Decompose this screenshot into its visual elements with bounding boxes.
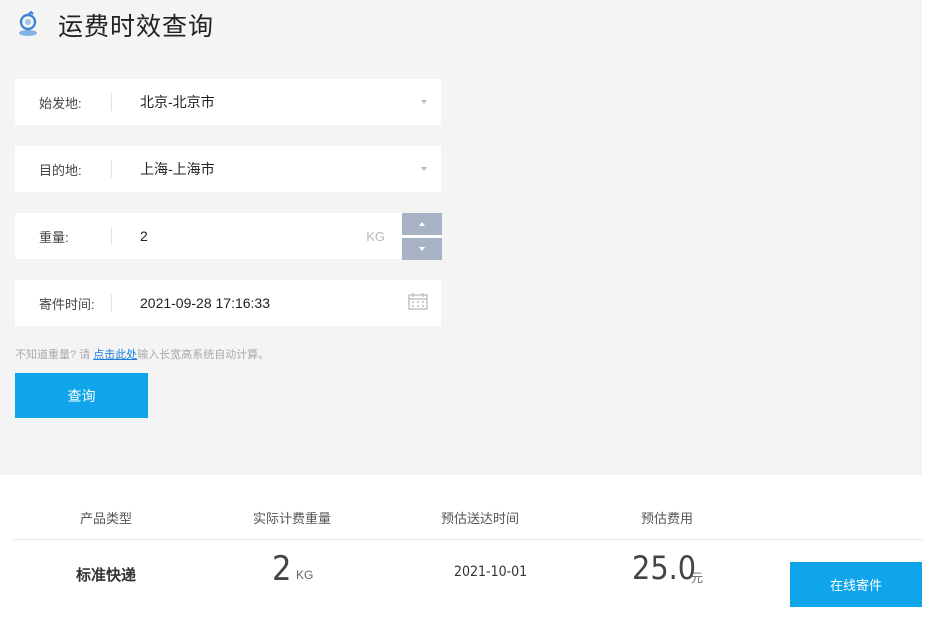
origin-select[interactable]: 始发地: 北京-北京市 [15,79,441,125]
hint-suffix: 输入长宽高系统自动计算。 [137,349,270,361]
billed-weight-unit: KG [296,568,314,582]
table-row: 标准快递 2 KG 2021-10-01 25.0 元 [14,540,922,617]
destination-label: 目的地: [39,162,82,178]
destination-select[interactable]: 目的地: 上海-上海市 [15,146,441,192]
origin-value[interactable]: 北京-北京市 [112,92,421,112]
weight-increment-button[interactable] [402,213,442,235]
weight-decrement-button[interactable] [402,238,442,260]
delivery-date: 2021-10-01 [454,564,528,580]
calculate-weight-link[interactable]: 点击此处 [93,349,137,361]
weight-label: 重量: [39,229,69,245]
ship-time-input[interactable]: 2021-09-28 17:16:33 [112,295,408,311]
column-header-delivery: 预估送达时间 [441,511,520,526]
weight-hint: 不知道重量? 请 点击此处输入长宽高系统自动计算。 [15,346,269,362]
column-header-cost: 预估费用 [641,511,694,526]
caret-down-icon [419,247,425,251]
cost-value: 25.0 [632,549,697,587]
calendar-icon[interactable] [408,292,428,315]
ship-time-label: 寄件时间: [39,296,95,312]
hint-prefix: 不知道重量? 请 [15,349,91,361]
results-table: 产品类型 实际计费重量 预估送达时间 预估费用 标准快递 2 KG 2021-1… [14,488,922,617]
column-header-product: 产品类型 [80,511,133,526]
caret-up-icon [419,222,425,226]
product-type: 标准快递 [76,567,137,584]
results-header: 产品类型 实际计费重量 预估送达时间 预估费用 [14,488,922,540]
page-title: 运费时效查询 [58,13,215,41]
page-header: 运费时效查询 [12,8,214,42]
destination-value[interactable]: 上海-上海市 [112,159,421,179]
query-button[interactable]: 查询 [15,373,148,418]
cost-unit: 元 [691,571,704,585]
chevron-down-icon[interactable] [421,100,427,104]
ship-time-field[interactable]: 寄件时间: 2021-09-28 17:16:33 [15,280,441,326]
billed-weight-value: 2 [272,549,292,589]
column-header-weight: 实际计费重量 [253,511,332,526]
origin-label: 始发地: [39,95,82,111]
chevron-down-icon[interactable] [421,167,427,171]
weight-input[interactable]: 2 [112,228,366,244]
ship-online-button[interactable]: 在线寄件 [790,562,922,607]
delivery-logo-icon [12,9,44,41]
weight-field[interactable]: 重量: 2 KG [15,213,441,259]
weight-unit: KG [366,228,385,244]
